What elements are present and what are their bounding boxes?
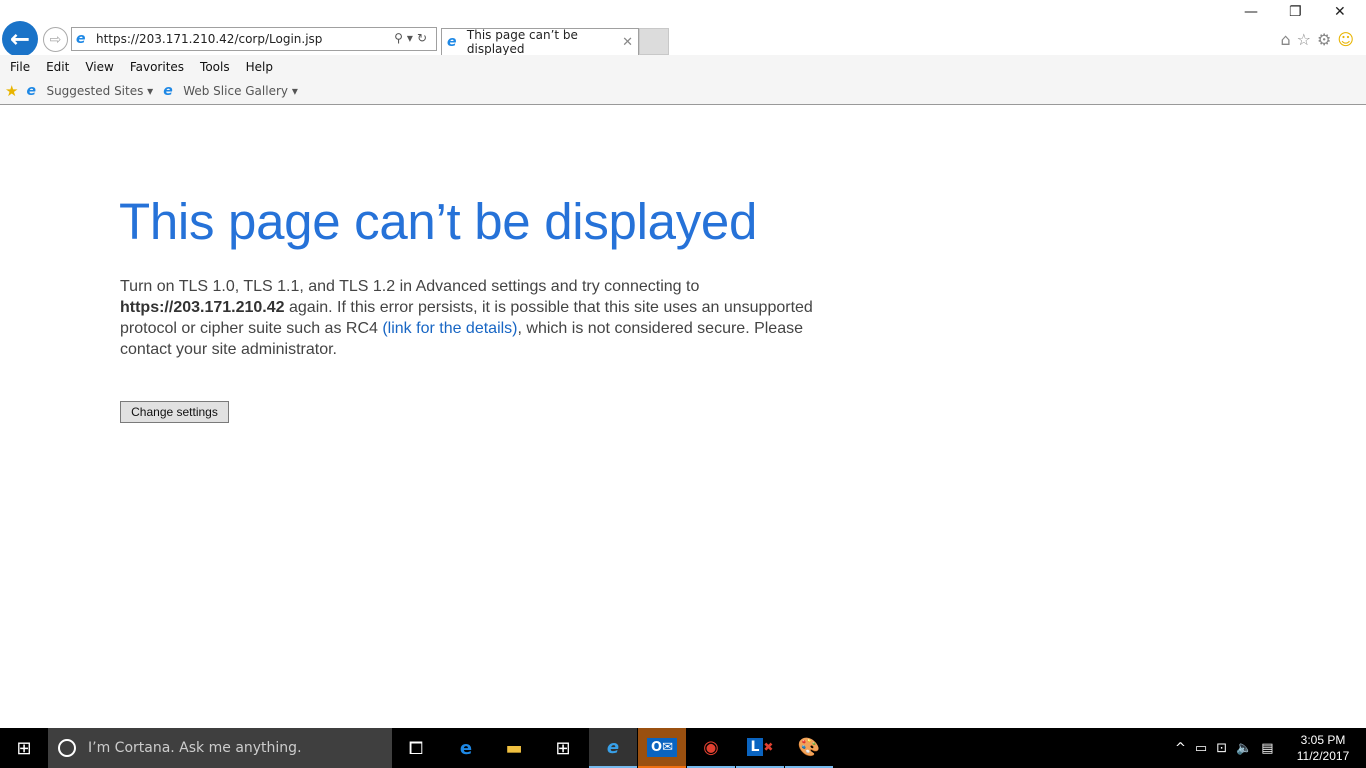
battery-icon[interactable]: ▭ — [1195, 741, 1216, 756]
error-message: Turn on TLS 1.0, TLS 1.1, and TLS 1.2 in… — [120, 278, 813, 358]
favorite-suggested-sites[interactable]: e Suggested Sites ▾ — [26, 82, 153, 99]
store-icon[interactable]: ⊞ — [539, 728, 587, 768]
smiley-icon[interactable]: ☺ — [1337, 30, 1360, 49]
gear-icon[interactable]: ⚙ — [1317, 30, 1337, 49]
url-text: https://203.171.210.42/corp/Login.jsp — [96, 32, 323, 46]
host-name: https://203.171.210.42 — [120, 299, 285, 316]
ie-icon: e — [76, 30, 86, 47]
page-title: This page can’t be displayed — [119, 193, 758, 250]
change-settings-button[interactable]: Change settings — [120, 401, 229, 423]
clock[interactable]: 3:05 PM 11/2/2017 — [1290, 732, 1356, 764]
close-tab-icon[interactable]: ✕ — [622, 35, 633, 50]
ie-page-icon: e — [163, 82, 173, 99]
minimize-icon[interactable]: — — [1244, 4, 1258, 20]
restore-icon[interactable]: ❐ — [1289, 4, 1302, 20]
favorites-bar: ★ e Suggested Sites ▾ e Web Slice Gallery … — [0, 78, 1366, 105]
favorites-star-icon[interactable]: ☆ — [1297, 30, 1317, 49]
menu-tools[interactable]: Tools — [200, 60, 230, 74]
tab-title: This page can’t be displayed — [466, 28, 578, 56]
menu-help[interactable]: Help — [246, 60, 273, 74]
search-icon[interactable]: ⚲ — [394, 31, 407, 45]
task-view-icon[interactable]: ⧠ — [392, 728, 440, 768]
details-link[interactable]: (link for the details) — [382, 320, 517, 337]
cortana-search[interactable]: I’m Cortana. Ask me anything. — [48, 728, 392, 768]
menu-edit[interactable]: Edit — [46, 60, 69, 74]
home-icon[interactable]: ⌂ — [1280, 30, 1296, 49]
paint-icon[interactable]: 🎨 — [785, 728, 833, 768]
menu-view[interactable]: View — [85, 60, 113, 74]
tab-current[interactable]: e This page can’t be displayed ✕ — [441, 28, 639, 56]
dropdown-icon[interactable]: ▾ — [407, 31, 417, 45]
file-explorer-icon[interactable]: ▬ — [490, 728, 538, 768]
lync-icon[interactable]: L ✖ — [736, 728, 784, 768]
menu-bar: File Edit View Favorites Tools Help — [0, 55, 1366, 78]
favorite-web-slice-gallery[interactable]: e Web Slice Gallery ▾ — [163, 82, 298, 99]
taskbar: ⊞ I’m Cortana. Ask me anything. ⧠ e ▬ ⊞ … — [0, 728, 1366, 768]
new-tab-button[interactable] — [639, 28, 669, 55]
forward-button[interactable]: ⇨ — [43, 27, 68, 52]
action-center-icon[interactable]: ▤ — [1261, 741, 1282, 756]
show-hidden-icons[interactable]: ^ — [1175, 741, 1195, 756]
cortana-icon — [58, 739, 76, 757]
menu-file[interactable]: File — [10, 60, 30, 74]
address-bar[interactable]: e https://203.171.210.42/corp/Login.jsp … — [71, 27, 437, 51]
add-favorite-icon[interactable]: ★ — [5, 82, 18, 100]
internet-explorer-icon[interactable]: e — [589, 728, 637, 768]
network-icon[interactable]: ⊡ — [1216, 741, 1236, 756]
volume-icon[interactable]: 🔈 — [1236, 741, 1261, 756]
outlook-icon[interactable]: O✉ — [638, 728, 686, 768]
back-button[interactable]: ← — [2, 21, 38, 57]
chrome-icon[interactable]: ◉ — [687, 728, 735, 768]
ie-icon: e — [447, 33, 457, 50]
ie-page-icon: e — [26, 82, 36, 99]
title-bar: ← ⇨ e https://203.171.210.42/corp/Login.… — [0, 0, 1366, 57]
menu-favorites[interactable]: Favorites — [130, 60, 184, 74]
close-icon[interactable]: ✕ — [1334, 4, 1346, 20]
windows-start-icon[interactable]: ⊞ — [0, 728, 48, 768]
edge-icon[interactable]: e — [442, 728, 490, 768]
refresh-icon[interactable]: ↻ — [417, 31, 431, 45]
